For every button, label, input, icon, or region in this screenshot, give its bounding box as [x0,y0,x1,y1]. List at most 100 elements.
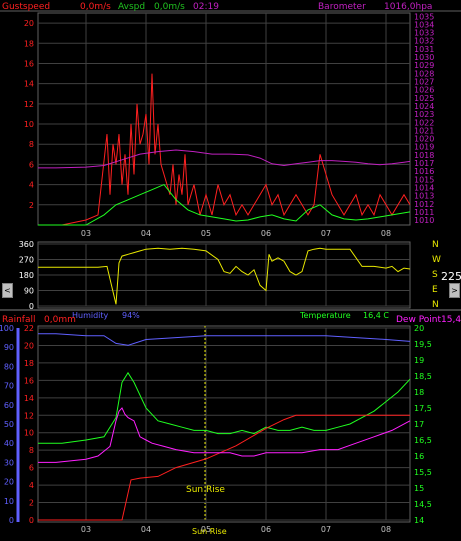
rain-tick-label: 14 [24,394,34,403]
y-right-tick-label: 1015 [414,175,434,184]
x-tick-label: 07 [321,525,331,534]
y-right-tick-label: 1025 [414,94,434,103]
y-right-tick-label: 1030 [414,53,434,62]
temp-tick-label: 15 [414,484,424,493]
dew-value: 15,4 C [441,315,461,325]
y-right-tick-label: 1023 [414,110,434,119]
series-line-barometer [38,149,411,169]
y-right-tick-label: 1034 [414,20,434,29]
humidity-tick-label: 90 [4,343,14,352]
humidity-tick-label: 80 [4,362,14,371]
sunrise-label: Sun Rise [186,485,225,495]
humidity-tick-label: 20 [4,478,14,487]
humidity-tick-label: 70 [4,382,14,391]
y-right-tick-label: 1011 [414,208,434,217]
rain-tick-label: 18 [24,359,34,368]
y-right-tick-label: 1013 [414,192,434,201]
series-line-dew-point [38,407,411,463]
rain-tick-label: 4 [29,481,34,490]
current-wind-direction: 225 [441,270,461,283]
humidity-tick-label: 30 [4,458,14,467]
avg-value: 0,0m/s [154,2,185,12]
humidity-tick-label: 60 [4,401,14,410]
temp-tick-label: 20 [414,324,424,333]
y-right-tick-label: 1031 [414,45,434,54]
y-right-tick-label: 1027 [414,77,434,86]
y-right-tick-label: 1020 [414,135,434,144]
gust-value: 0,0m/s [80,2,111,12]
compass-letter: N [432,240,439,250]
rain-tick-label: 2 [29,499,34,508]
y-right-tick-label: 1022 [414,118,434,127]
y-right-tick-label: 1032 [414,37,434,46]
y-tick-label: 360 [19,240,34,249]
rain-tick-label: 12 [24,411,34,420]
scroll-right-button[interactable]: > [449,283,460,298]
wind-speed-chart: Gustspeed 0,0m/s Avspd 0,0m/s 02:19 Baro… [0,2,461,238]
sunrise-axis-label: Sun Rise [192,527,227,536]
y-right-tick-label: 1016 [414,167,434,176]
temp-tick-label: 14 [414,516,424,525]
wind-speed-panel: Gustspeed 0,0m/s Avspd 0,0m/s 02:19 Baro… [0,0,461,238]
time-value: 02:19 [193,2,219,12]
y-tick-label: 6 [29,160,34,169]
rain-tick-label: 16 [24,376,34,385]
y-right-tick-label: 1026 [414,86,434,95]
rain-tick-label: 10 [24,429,34,438]
y-tick-label: 270 [19,256,34,265]
y-right-tick-label: 1012 [414,200,434,209]
y-right-tick-label: 1014 [414,183,434,192]
temp-tick-label: 18,5 [414,372,432,381]
climate-chart: Humidity 94% Temperature 16,4 C Rainfall… [0,309,461,536]
humidity-value: 94% [122,311,140,320]
temp-value: 16,4 C [363,311,389,320]
temp-label: Temperature [299,311,351,320]
avg-label: Avspd [118,2,145,12]
y-right-tick-label: 1019 [414,143,434,152]
temp-tick-label: 14,5 [414,500,432,509]
climate-panel: Humidity 94% Temperature 16,4 C Rainfall… [0,308,461,537]
y-tick-label: 16 [24,59,34,68]
y-tick-label: 90 [24,287,34,296]
x-tick-label: 05 [201,229,211,238]
rain-tick-label: 6 [29,464,34,473]
y-right-tick-label: 1018 [414,151,434,160]
x-tick-label: 03 [81,525,91,534]
scroll-left-button[interactable]: < [2,283,13,298]
x-tick-label: 08 [381,525,391,534]
x-tick-label: 08 [381,229,391,238]
temp-tick-label: 16,5 [414,436,432,445]
y-right-tick-label: 1033 [414,29,434,38]
y-right-tick-label: 1021 [414,126,434,135]
y-right-tick-label: 1010 [414,216,434,225]
y-right-tick-label: 1017 [414,159,434,168]
rain-tick-label: 0 [29,516,34,525]
y-tick-label: 20 [24,19,34,28]
wind-direction-panel: 0 90 180 270 360 NWSEN 225 [0,238,461,311]
y-tick-label: 2 [29,201,34,210]
baro-value: 1016,0hpa [384,2,432,12]
y-right-tick-label: 1028 [414,69,434,78]
rain-tick-label: 22 [24,324,34,333]
compass-letter: E [432,285,438,295]
rain-tick-label: 8 [29,446,34,455]
humidity-tick-label: 10 [4,497,14,506]
x-tick-label: 06 [261,525,271,534]
y-tick-label: 10 [24,120,34,129]
wind-direction-chart: 090180270360 NWSEN 225 [19,240,461,311]
y-tick-label: 18 [24,39,34,48]
y-tick-label: 180 [19,271,34,280]
compass-letter: W [432,255,441,265]
temp-tick-label: 18 [414,388,424,397]
series-line-wind-direction [38,247,411,305]
y-right-tick-label: 1029 [414,61,434,70]
humidity-label: Humidity [72,311,109,320]
y-right-tick-label: 1024 [414,102,434,111]
temp-tick-label: 17 [414,420,424,429]
series-line-humidity [38,333,411,346]
x-tick-label: 07 [321,229,331,238]
y-right-tick-label: 1035 [414,12,434,21]
temp-tick-label: 16 [414,452,424,461]
x-tick-label: 06 [261,229,271,238]
compass-letter: S [432,270,438,280]
